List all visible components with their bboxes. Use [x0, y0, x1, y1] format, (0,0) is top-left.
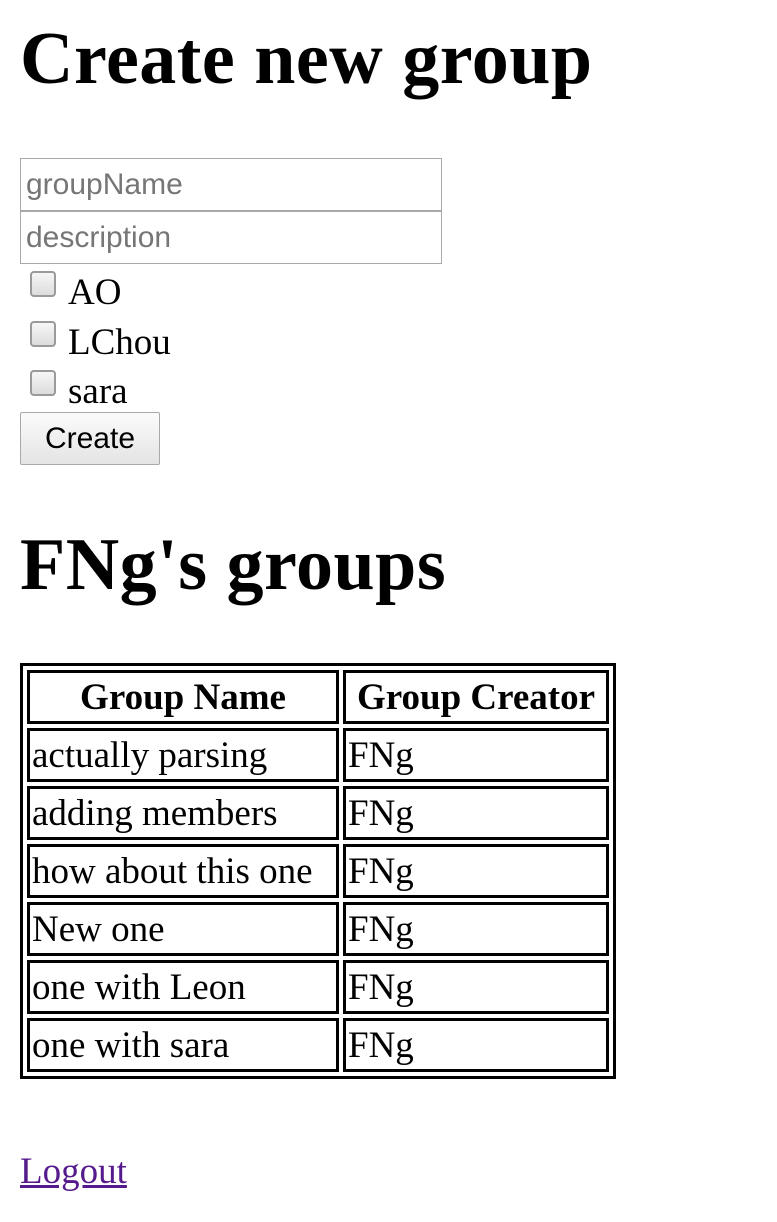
groups-table: Group Name Group Creator actually parsin…	[20, 663, 616, 1079]
member-option-lchou: LChou	[28, 318, 171, 363]
table-row: adding members FNg	[27, 786, 609, 840]
member-label: LChou	[68, 321, 171, 363]
table-header-row: Group Name Group Creator	[27, 670, 609, 724]
table-row: actually parsing FNg	[27, 728, 609, 782]
group-creator-cell: FNg	[343, 844, 609, 898]
table-row: New one FNg	[27, 902, 609, 956]
group-name-cell: one with Leon	[27, 960, 339, 1014]
group-name-cell: actually parsing	[27, 728, 339, 782]
column-header-group-name: Group Name	[27, 670, 339, 724]
description-input[interactable]	[20, 211, 442, 264]
member-label: AO	[68, 271, 122, 313]
group-name-cell: New one	[27, 902, 339, 956]
group-creator-cell: FNg	[343, 902, 609, 956]
member-label: sara	[68, 370, 128, 412]
table-row: one with Leon FNg	[27, 960, 609, 1014]
column-header-group-creator: Group Creator	[343, 670, 609, 724]
create-button[interactable]: Create	[20, 412, 160, 465]
group-name-cell: one with sara	[27, 1018, 339, 1072]
groups-heading: FNg's groups	[20, 524, 447, 606]
table-row: one with sara FNg	[27, 1018, 609, 1072]
member-option-ao: AO	[28, 268, 121, 313]
group-name-cell: adding members	[27, 786, 339, 840]
create-group-heading: Create new group	[20, 18, 593, 100]
member-option-sara: sara	[28, 367, 128, 412]
member-checkbox-ao[interactable]	[30, 271, 56, 297]
group-name-input[interactable]	[20, 158, 442, 211]
logout-link[interactable]: Logout	[20, 1150, 127, 1193]
group-creator-cell: FNg	[343, 786, 609, 840]
member-checkbox-sara[interactable]	[30, 370, 56, 396]
group-creator-cell: FNg	[343, 728, 609, 782]
group-name-cell: how about this one	[27, 844, 339, 898]
group-creator-cell: FNg	[343, 1018, 609, 1072]
group-creator-cell: FNg	[343, 960, 609, 1014]
table-row: how about this one FNg	[27, 844, 609, 898]
member-checkbox-lchou[interactable]	[30, 321, 56, 347]
